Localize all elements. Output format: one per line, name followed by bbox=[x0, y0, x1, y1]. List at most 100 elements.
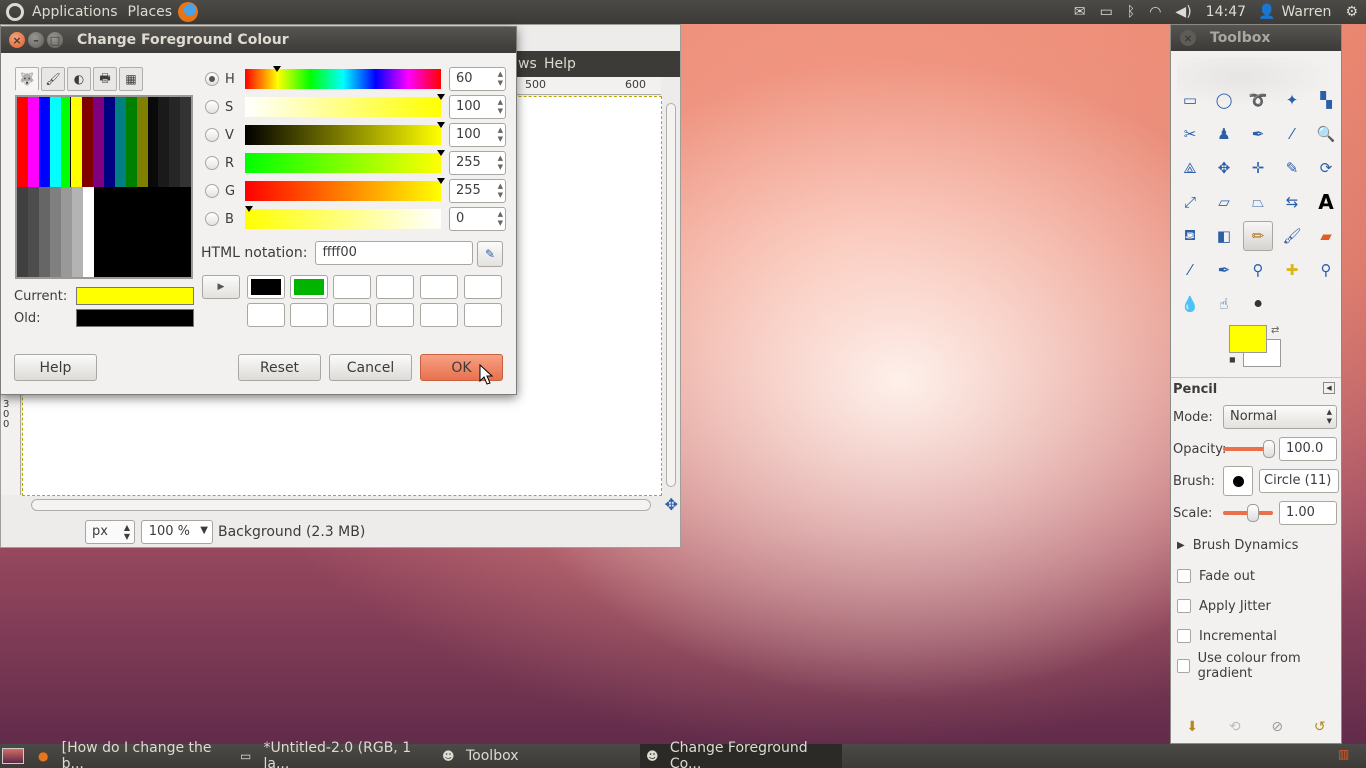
hue-spin[interactable]: 60 ▲ ▼ bbox=[449, 67, 506, 91]
minimize-icon[interactable]: – bbox=[28, 32, 44, 48]
rotate-tool-icon[interactable]: ⟳ bbox=[1311, 153, 1341, 183]
ellipse-select-tool-icon[interactable]: ◯ bbox=[1209, 85, 1239, 115]
text-tool-icon[interactable]: A bbox=[1311, 187, 1341, 217]
places-menu[interactable]: Places bbox=[128, 4, 173, 20]
history-swatch[interactable] bbox=[290, 303, 328, 327]
wheel-selector-tab-icon[interactable]: ◐ bbox=[67, 67, 91, 91]
gradient-colour-checkbox[interactable] bbox=[1177, 659, 1190, 673]
colour-palette[interactable] bbox=[15, 95, 193, 279]
slider-marker[interactable] bbox=[245, 206, 253, 212]
cancel-button[interactable]: Cancel bbox=[329, 354, 412, 381]
history-swatch[interactable] bbox=[420, 303, 458, 327]
history-swatch[interactable] bbox=[464, 303, 502, 327]
slider-marker[interactable] bbox=[437, 94, 445, 100]
blue-slider[interactable] bbox=[245, 206, 441, 229]
palette-swatch[interactable] bbox=[27, 97, 39, 187]
reset-options-icon[interactable]: ↺ bbox=[1314, 719, 1326, 735]
save-options-icon[interactable]: ⬇ bbox=[1186, 719, 1198, 735]
free-select-tool-icon[interactable]: ➰ bbox=[1243, 85, 1273, 115]
history-swatch[interactable] bbox=[247, 303, 285, 327]
shear-tool-icon[interactable]: ▱ bbox=[1209, 187, 1239, 217]
scissors-tool-icon[interactable]: ✂ bbox=[1175, 119, 1205, 149]
perspective-tool-icon[interactable]: ⏢ bbox=[1243, 187, 1273, 217]
old-colour-swatch[interactable] bbox=[76, 309, 194, 327]
slider-knob[interactable] bbox=[1247, 504, 1259, 522]
channel-radio-r[interactable] bbox=[205, 156, 219, 170]
channel-radio-b[interactable] bbox=[205, 212, 219, 226]
clone-tool-icon[interactable]: ⚲ bbox=[1243, 255, 1273, 285]
perspective-clone-tool-icon[interactable]: ⚲ bbox=[1311, 255, 1341, 285]
firefox-launcher-icon[interactable] bbox=[178, 2, 199, 22]
channel-radio-g[interactable] bbox=[205, 184, 219, 198]
slider-marker[interactable] bbox=[437, 150, 445, 156]
scale-spin[interactable]: 1.00 bbox=[1279, 501, 1337, 525]
select-by-color-tool-icon[interactable]: ▚ bbox=[1311, 85, 1341, 115]
default-colours-icon[interactable]: ◼ bbox=[1229, 355, 1239, 365]
palette-swatch[interactable] bbox=[49, 97, 61, 187]
close-icon[interactable]: × bbox=[1180, 30, 1196, 46]
task-firefox[interactable]: ● [How do I change the b... bbox=[38, 740, 234, 768]
palette-swatch[interactable] bbox=[38, 97, 50, 187]
palette-swatch[interactable] bbox=[82, 97, 94, 187]
power-gear-icon[interactable]: ⚙ bbox=[1345, 4, 1358, 20]
blur-tool-icon[interactable]: 💧 bbox=[1175, 289, 1205, 319]
ubuntu-logo-icon[interactable] bbox=[6, 3, 24, 21]
eyedropper-button[interactable]: ✎ bbox=[477, 241, 503, 267]
maximize-icon[interactable]: □ bbox=[47, 32, 63, 48]
history-swatch[interactable] bbox=[376, 275, 414, 299]
scale-slider[interactable] bbox=[1223, 504, 1273, 522]
saturation-spin[interactable]: 100 ▲ ▼ bbox=[449, 95, 506, 119]
value-spin[interactable]: 100 ▲ ▼ bbox=[449, 123, 506, 147]
palette-swatch[interactable] bbox=[70, 97, 84, 188]
palette-swatch[interactable] bbox=[72, 187, 83, 277]
history-swatch[interactable] bbox=[376, 303, 414, 327]
html-notation-input[interactable]: ffff00 bbox=[315, 241, 474, 265]
opacity-spin[interactable]: 100.0 bbox=[1279, 437, 1337, 461]
zoom-tool-icon[interactable]: 🔍 bbox=[1311, 119, 1341, 149]
value-slider[interactable] bbox=[245, 122, 445, 145]
palette-swatch[interactable] bbox=[61, 187, 72, 277]
toolbox-titlebar[interactable]: × Toolbox bbox=[1171, 25, 1341, 51]
horizontal-scrollbar[interactable] bbox=[31, 499, 651, 511]
apply-jitter-checkbox[interactable] bbox=[1177, 599, 1191, 613]
zoom-selector[interactable]: 100 % ▼ bbox=[141, 520, 213, 544]
trash-icon[interactable]: ▥ bbox=[1338, 747, 1356, 763]
brush-name-field[interactable]: Circle (11) bbox=[1259, 469, 1339, 493]
palette-swatch[interactable] bbox=[50, 187, 61, 277]
heal-tool-icon[interactable]: ✚ bbox=[1277, 255, 1307, 285]
opacity-slider[interactable] bbox=[1223, 440, 1275, 458]
brush-selector-tab-icon[interactable]: 🖌 bbox=[41, 67, 65, 91]
paths-tool-icon[interactable]: ✒ bbox=[1243, 119, 1273, 149]
gimp-selector-tab-icon[interactable]: 🐺 bbox=[15, 67, 39, 91]
palette-swatch[interactable] bbox=[125, 97, 137, 187]
close-icon[interactable]: × bbox=[9, 32, 25, 48]
smudge-tool-icon[interactable]: ☝ bbox=[1209, 289, 1239, 319]
scale-tool-icon[interactable]: ⤢ bbox=[1175, 187, 1205, 217]
palette-swatch[interactable] bbox=[17, 187, 28, 277]
foreground-select-tool-icon[interactable]: ♟ bbox=[1209, 119, 1239, 149]
palette-swatch[interactable] bbox=[93, 97, 104, 187]
channel-radio-v[interactable] bbox=[205, 128, 219, 142]
saturation-slider[interactable] bbox=[245, 94, 445, 117]
paintbrush-tool-icon[interactable]: 🖌 bbox=[1277, 221, 1307, 251]
menu-help[interactable]: Help bbox=[544, 56, 576, 72]
task-gimp-image[interactable]: ▭ *Untitled-2.0 (RGB, 1 la... bbox=[240, 740, 436, 768]
menu-windows[interactable]: ws bbox=[518, 56, 537, 72]
palette-swatch[interactable] bbox=[104, 97, 115, 187]
align-tool-icon[interactable]: ✛ bbox=[1243, 153, 1273, 183]
history-swatch[interactable] bbox=[333, 303, 371, 327]
watercolor-selector-tab-icon[interactable]: ▦ bbox=[119, 67, 143, 91]
mail-icon[interactable]: ✉ bbox=[1074, 4, 1086, 20]
pencil-tool-icon[interactable]: ✏ bbox=[1243, 221, 1273, 251]
apply-jitter-row[interactable]: Apply Jitter bbox=[1171, 591, 1341, 621]
unit-selector[interactable]: px ▲ ▼ bbox=[85, 520, 135, 544]
foreground-colour-swatch[interactable] bbox=[1229, 325, 1267, 353]
brush-preview-button[interactable] bbox=[1223, 466, 1253, 496]
slider-marker[interactable] bbox=[437, 178, 445, 184]
airbrush-tool-icon[interactable]: ⁄ bbox=[1175, 255, 1205, 285]
task-change-foreground[interactable]: ☻ Change Foreground Co... bbox=[640, 740, 842, 768]
incremental-checkbox[interactable] bbox=[1177, 629, 1191, 643]
blend-tool-icon[interactable]: ◧ bbox=[1209, 221, 1239, 251]
clock[interactable]: 14:47 bbox=[1206, 4, 1246, 20]
applications-menu[interactable]: Applications bbox=[32, 4, 118, 20]
